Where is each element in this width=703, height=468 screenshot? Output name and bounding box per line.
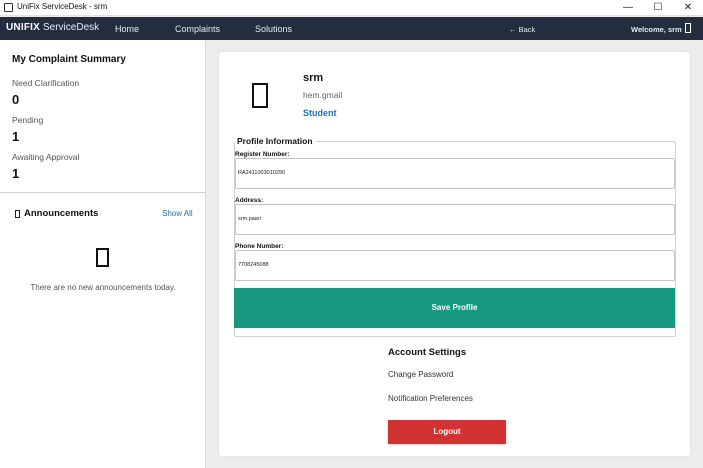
avatar-icon: [252, 83, 268, 108]
profile-email: hem.gmail: [303, 90, 343, 100]
welcome-text: Welcome, srm: [631, 25, 682, 34]
no-announcements-text: There are no new announcements today.: [30, 283, 176, 292]
nav-complaints-link[interactable]: Complaints: [175, 24, 220, 34]
close-button[interactable]: ✕: [673, 0, 703, 16]
logout-button[interactable]: Logout: [388, 420, 506, 444]
megaphone-icon: [15, 210, 20, 218]
profile-name: srm: [303, 72, 324, 84]
save-profile-button[interactable]: Save Profile: [234, 288, 675, 328]
account-settings-title: Account Settings: [388, 347, 467, 358]
register-number-field[interactable]: RA2411003010290: [235, 158, 675, 189]
window-title: UniFix ServiceDesk - srm: [17, 2, 108, 11]
complaint-summary-sidebar: My Complaint Summary Need Clarification …: [0, 40, 206, 468]
top-nav-bar: UNIFIX ServiceDesk Home Complaints Solut…: [0, 17, 703, 40]
back-button[interactable]: ← Back: [509, 25, 535, 34]
stat-value-pending: 1: [12, 129, 20, 144]
window-title-bar: UniFix ServiceDesk - srm — ☐ ✕: [0, 0, 703, 16]
announcements-title: Announcements: [24, 208, 99, 219]
register-number-label: Register Number:: [235, 151, 290, 158]
maximize-button[interactable]: ☐: [643, 0, 673, 16]
phone-number-field[interactable]: 7708245088: [235, 250, 675, 281]
brand-subtitle: ServiceDesk: [43, 22, 100, 33]
nav-solutions-link[interactable]: Solutions: [255, 24, 292, 34]
summary-title: My Complaint Summary: [12, 54, 126, 65]
minimize-button[interactable]: —: [613, 0, 643, 16]
profile-role: Student: [303, 108, 337, 118]
stat-value-need-clarification: 0: [12, 92, 20, 107]
user-icon[interactable]: [685, 23, 691, 33]
empty-box-icon: [96, 248, 109, 267]
profile-card: srm hem.gmail Student Profile Informatio…: [219, 52, 690, 456]
show-all-announcements-link[interactable]: Show All: [162, 209, 193, 218]
change-password-link[interactable]: Change Password: [388, 370, 453, 379]
stat-label-need-clarification: Need Clarification: [12, 78, 80, 88]
address-label: Address:: [235, 197, 264, 204]
stat-value-awaiting-approval: 1: [12, 166, 20, 181]
window-icon: [4, 3, 13, 12]
phone-number-label: Phone Number:: [235, 243, 284, 250]
profile-information-title: Profile Information: [235, 136, 315, 146]
stat-label-awaiting-approval: Awaiting Approval: [12, 152, 80, 162]
notification-preferences-link[interactable]: Notification Preferences: [388, 394, 473, 403]
brand-logo-text: UNIFIX: [6, 22, 40, 33]
stat-label-pending: Pending: [12, 115, 44, 125]
sidebar-divider: [0, 192, 206, 193]
address-field[interactable]: srm.paari: [235, 204, 675, 235]
nav-home-link[interactable]: Home: [115, 24, 139, 34]
